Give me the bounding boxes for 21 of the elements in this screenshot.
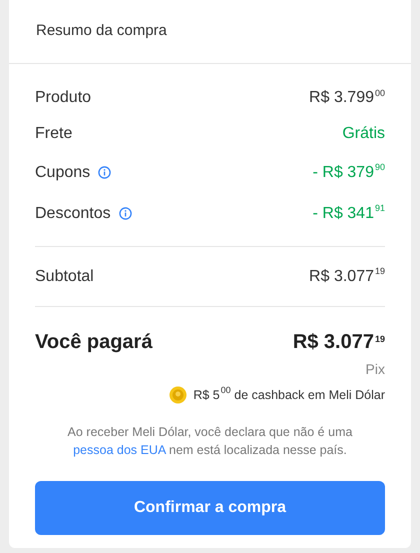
info-icon[interactable] <box>98 166 112 179</box>
row-label: Produto <box>35 88 92 108</box>
total-label: Você pagará <box>35 330 152 355</box>
coin-icon <box>169 386 188 404</box>
row-value: R$ 3.799$^{00}$ <box>309 86 385 108</box>
row-value: - R$ 341$^{91}$ <box>312 202 385 224</box>
total-value: R$ 3.077$^{19}$ <box>292 330 385 355</box>
row-label: Frete <box>35 124 72 144</box>
row-value: Grátis <box>342 124 385 144</box>
row-value: - R$ 379$^{90}$ <box>312 161 385 182</box>
row-label: Cupons <box>35 162 90 182</box>
disclaimer-text: Ao receber Meli Dólar, você declara que não é uma pessoa dos EUA nem está localizada nesse país. <box>66 424 354 459</box>
info-icon[interactable] <box>118 207 132 220</box>
payment-method: Pix <box>366 360 385 379</box>
us-person-link[interactable]: pessoa dos EUA <box>73 442 166 457</box>
confirm-button[interactable]: Confirmar a compra <box>35 480 385 535</box>
subtotal-value: R$ 3.077$^{19}$ <box>309 265 385 286</box>
row-label: Descontos <box>35 204 111 224</box>
subtotal-label: Subtotal <box>35 266 94 286</box>
card-title: Resumo da compra <box>36 21 167 42</box>
cashback-text: R$ 5$^{00}$ de cashback em Meli Dólar <box>193 386 385 404</box>
